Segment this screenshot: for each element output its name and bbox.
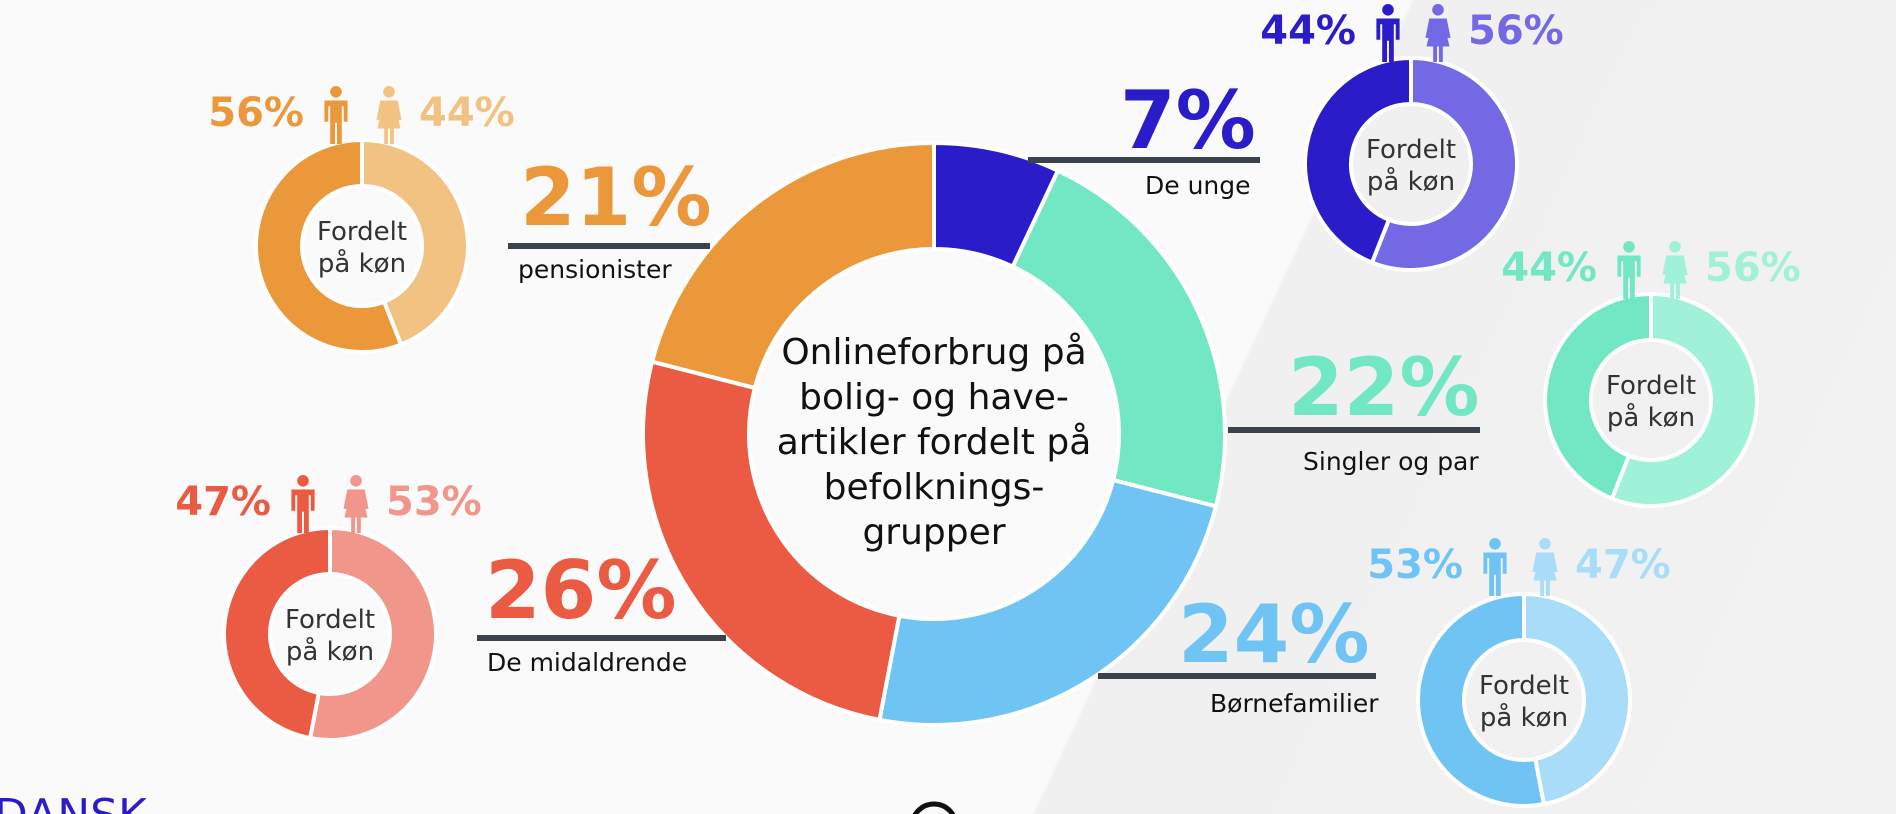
gender-donut-caption: Fordelt bbox=[1606, 371, 1696, 401]
gender-donut-0: Fordeltpå køn 44% 56% bbox=[1260, 4, 1564, 272]
slice-value-label: 22% bbox=[1288, 341, 1479, 434]
female-share-label: 47% bbox=[1575, 542, 1671, 588]
callout-4: 21% pensionister bbox=[508, 151, 711, 284]
gender-donut-caption: på køn bbox=[286, 636, 374, 667]
male-person-icon bbox=[1376, 4, 1400, 62]
callout-1: 22% Singler og par bbox=[1228, 341, 1480, 476]
infographic: Onlineforbrug påbolig- og have-artikler … bbox=[0, 4, 1801, 814]
slice-category-label: De midaldrende bbox=[487, 648, 687, 677]
gender-donut-caption: Fordelt bbox=[317, 217, 407, 247]
male-person-icon bbox=[324, 86, 348, 144]
chart-title-line: bolig- og have- bbox=[799, 377, 1069, 418]
female-share-label: 56% bbox=[1468, 8, 1564, 54]
slice-category-label: Singler og par bbox=[1303, 447, 1479, 476]
footer: DANSK bbox=[0, 790, 956, 814]
female-person-icon bbox=[376, 86, 402, 144]
female-share-label: 44% bbox=[419, 90, 515, 136]
male-share-label: 44% bbox=[1501, 245, 1597, 291]
chart-title-line: artikler fordelt på bbox=[777, 422, 1092, 463]
female-share-label: 53% bbox=[386, 479, 482, 525]
slice-value-label: 24% bbox=[1178, 588, 1369, 681]
slice-category-label: pensionister bbox=[518, 255, 672, 284]
female-person-icon bbox=[1425, 4, 1451, 62]
female-share-label: 56% bbox=[1705, 245, 1801, 291]
gender-donut-3: Fordeltpå køn 47% 53% bbox=[175, 475, 482, 742]
male-share-label: 47% bbox=[175, 479, 271, 525]
footer-icon bbox=[912, 801, 956, 814]
male-person-icon bbox=[291, 475, 315, 533]
male-person-icon bbox=[1617, 241, 1641, 299]
gender-donut-caption: Fordelt bbox=[1366, 135, 1456, 165]
slice-value-label: 21% bbox=[520, 151, 711, 244]
gender-donut-caption: på køn bbox=[1480, 702, 1568, 733]
slice-value-label: 7% bbox=[1120, 74, 1256, 167]
gender-donut-4: Fordeltpå køn 56% 44% bbox=[208, 86, 515, 354]
gender-donut-caption: Fordelt bbox=[1479, 671, 1569, 701]
slice-category-label: Børnefamilier bbox=[1210, 689, 1379, 718]
chart-title: Onlineforbrug påbolig- og have-artikler … bbox=[777, 332, 1092, 553]
chart-title-line: grupper bbox=[862, 512, 1005, 553]
gender-donut-caption: på køn bbox=[1607, 402, 1695, 433]
female-person-icon bbox=[1532, 538, 1558, 596]
male-share-label: 53% bbox=[1367, 542, 1463, 588]
female-person-icon bbox=[343, 475, 369, 533]
male-share-label: 56% bbox=[208, 90, 304, 136]
gender-donut-caption: på køn bbox=[318, 248, 406, 279]
male-share-label: 44% bbox=[1260, 8, 1356, 54]
slice-value-label: 26% bbox=[485, 544, 676, 637]
female-person-icon bbox=[1662, 241, 1688, 299]
male-person-icon bbox=[1483, 538, 1507, 596]
gender-donut-caption: på køn bbox=[1367, 166, 1455, 197]
gender-donut-1: Fordeltpå køn 44% 56% bbox=[1501, 241, 1801, 508]
logo-text: DANSK bbox=[0, 790, 148, 814]
slice-category-label: De unge bbox=[1145, 171, 1251, 200]
gender-donut-caption: Fordelt bbox=[285, 605, 375, 635]
chart-title-line: befolknings- bbox=[824, 467, 1045, 508]
chart-title-line: Onlineforbrug på bbox=[781, 332, 1086, 373]
gender-donut-2: Fordeltpå køn 53% 47% bbox=[1367, 538, 1671, 808]
